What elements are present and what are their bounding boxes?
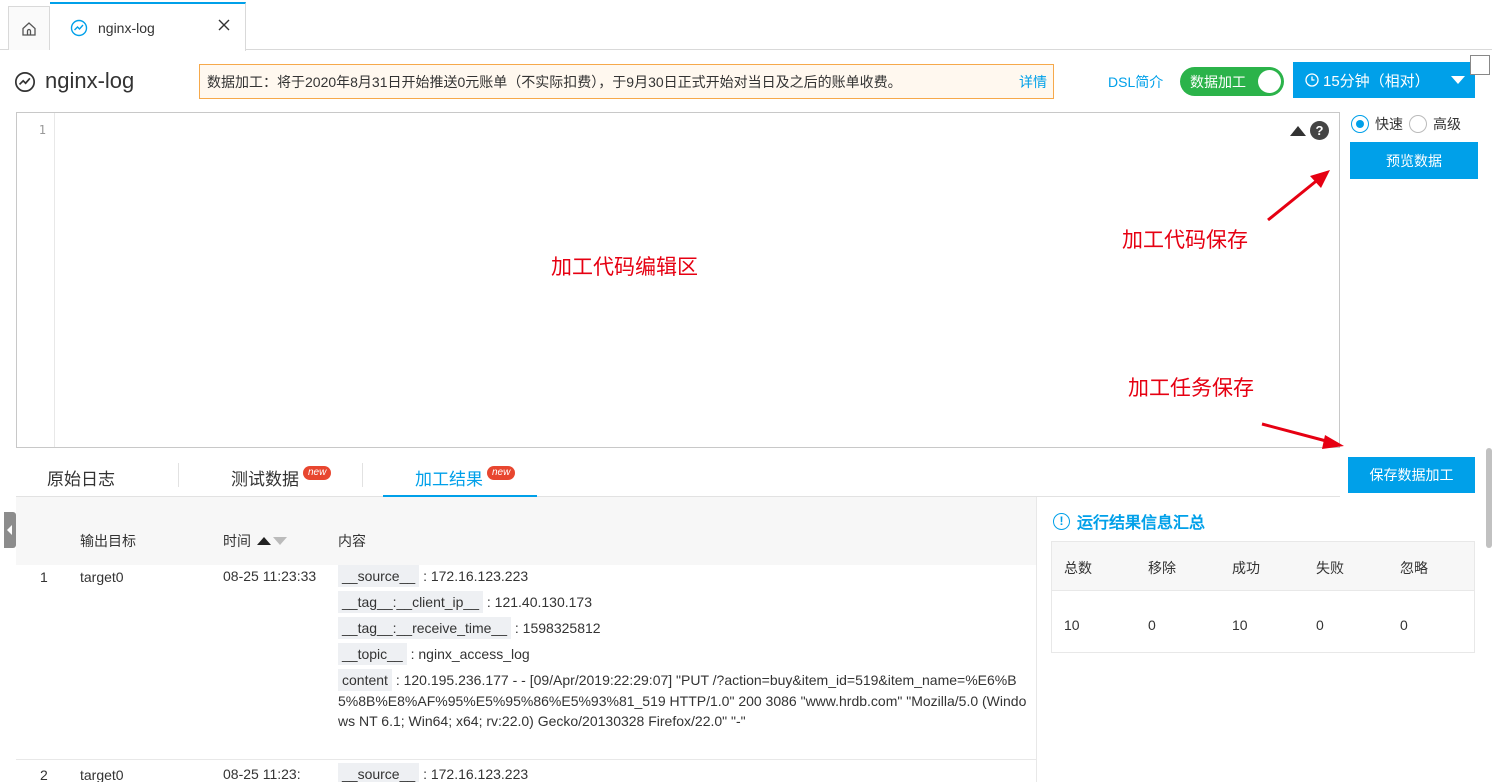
row-index: 1 (40, 569, 48, 585)
summary-col: 移除 (1148, 560, 1176, 576)
field-content: content : 120.195.236.177 - - [09/Apr/20… (338, 669, 1028, 731)
field: __source__ : 172.16.123.223 (338, 761, 1028, 782)
field: __source__ : 172.16.123.223 (338, 563, 1028, 589)
sort-asc-icon[interactable] (257, 537, 271, 545)
row-content: __source__ : 172.16.123.223 (338, 761, 1028, 782)
header-time-label: 时间 (223, 533, 251, 549)
tab-raw-log[interactable]: 原始日志 (47, 465, 115, 490)
field-value: : 172.16.123.223 (423, 568, 529, 584)
run-summary-panel: ! 运行结果信息汇总 总数 移除 成功 失败 忽略 10 0 10 0 0 (1036, 497, 1492, 782)
field-key: content (338, 669, 392, 691)
field-key: __source__ (338, 565, 420, 587)
field-value: : 120.195.236.177 - - [09/Apr/2019:22:29… (338, 672, 1027, 729)
summary-table: 总数 移除 成功 失败 忽略 10 0 10 0 0 (1051, 541, 1475, 653)
tab-test-data-label: 测试数据 (231, 470, 299, 489)
summary-value: 10 (1232, 617, 1248, 633)
header-content: 内容 (338, 533, 366, 549)
summary-value: 0 (1316, 617, 1324, 633)
summary-header-row: 总数 移除 成功 失败 忽略 (1052, 542, 1474, 591)
result-tabs: 原始日志 测试数据 new 加工结果 new (16, 455, 1340, 498)
arrow-head (1322, 435, 1344, 449)
summary-col: 总数 (1064, 560, 1092, 576)
summary-value: 10 (1064, 617, 1080, 633)
table-header: 输出目标 时间 内容 (16, 497, 1036, 565)
summary-col: 失败 (1316, 560, 1344, 576)
row-time: 08-25 11:23:33 (223, 568, 317, 584)
tab-raw-log-label: 原始日志 (47, 470, 115, 489)
summary-title: ! 运行结果信息汇总 (1053, 509, 1205, 533)
summary-col: 成功 (1232, 560, 1260, 576)
summary-col: 忽略 (1400, 560, 1428, 576)
field: __tag__:__receive_time__ : 1598325812 (338, 615, 1028, 641)
sort-desc-icon[interactable] (273, 537, 287, 545)
new-badge: new (303, 466, 332, 480)
arrow-line (1261, 422, 1331, 444)
row-target: target0 (80, 767, 124, 782)
tab-test-data[interactable]: 测试数据 new (231, 465, 332, 490)
summary-value: 0 (1148, 617, 1156, 633)
new-badge: new (487, 466, 516, 480)
tab-divider (178, 463, 179, 487)
field-value: : nginx_access_log (410, 646, 530, 662)
summary-title-text: 运行结果信息汇总 (1077, 515, 1206, 532)
row-divider (16, 759, 1036, 760)
field-value: : 172.16.123.223 (423, 766, 529, 782)
summary-value-row: 10 0 10 0 0 (1052, 591, 1474, 652)
info-icon: ! (1053, 512, 1070, 530)
field: __tag__:__client_ip__ : 121.40.130.173 (338, 589, 1028, 615)
header-time[interactable]: 时间 (223, 531, 287, 551)
result-table: 输出目标 时间 内容 1 target0 08-25 11:23:33 __so… (16, 497, 1036, 782)
row-target: target0 (80, 569, 124, 585)
field-key: __source__ (338, 763, 420, 782)
row-index: 2 (40, 767, 48, 782)
arrow-line (1267, 176, 1321, 222)
page-scrollbar[interactable] (1486, 448, 1492, 548)
field-key: __tag__:__client_ip__ (338, 591, 484, 613)
field-value: : 121.40.130.173 (486, 594, 593, 610)
header-target: 输出目标 (80, 533, 136, 549)
tab-divider (362, 463, 363, 487)
row-time: 08-25 11:23: (223, 766, 301, 782)
summary-value: 0 (1400, 617, 1408, 633)
field-key: __tag__:__receive_time__ (338, 617, 512, 639)
collapse-panel-handle[interactable] (4, 512, 16, 548)
field-value: : 1598325812 (514, 620, 601, 636)
row-content: __source__ : 172.16.123.223 __tag__:__cl… (338, 563, 1028, 731)
tab-result-label: 加工结果 (415, 470, 483, 489)
field: __topic__ : nginx_access_log (338, 641, 1028, 667)
tab-result[interactable]: 加工结果 new (415, 465, 516, 490)
field-key: __topic__ (338, 643, 407, 665)
